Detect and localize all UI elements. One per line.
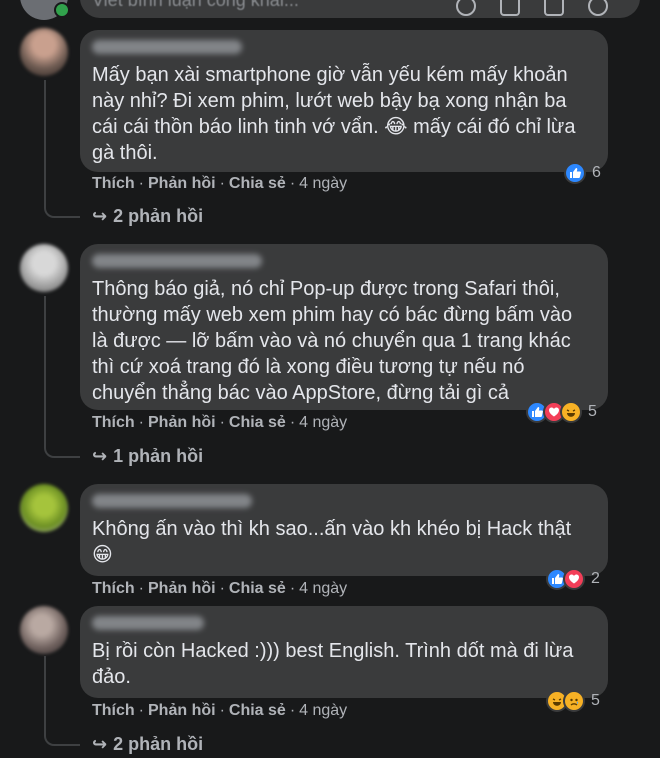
reply-link[interactable]: Phản hồi	[148, 580, 216, 597]
replies-count-label: 2 phản hồi	[113, 206, 204, 226]
reaction-summary[interactable]: 5	[526, 401, 597, 423]
comment-text: Mấy bạn xài smartphone giờ vẫn yếu kém m…	[92, 64, 576, 164]
reaction-summary[interactable]: 2	[546, 568, 600, 590]
commenter-avatar[interactable]	[20, 484, 68, 532]
reaction-count: 6	[592, 164, 601, 181]
view-replies-link[interactable]: ↪ 2 phản hồi	[92, 734, 203, 755]
reply-link[interactable]: Phản hồi	[148, 175, 216, 192]
commenter-name[interactable]	[92, 254, 262, 268]
like-link[interactable]: Thích	[92, 580, 135, 597]
reaction-summary[interactable]: 6	[564, 162, 601, 184]
reply-link[interactable]: Phản hồi	[148, 414, 216, 431]
like-reaction-icon	[564, 162, 586, 184]
like-link[interactable]: Thích	[92, 414, 135, 431]
composer-placeholder: Viết bình luận công khai...	[92, 0, 299, 10]
comment-actions: Thích · Phản hồi · Chia sẻ · 4 ngày	[92, 414, 348, 431]
online-status-dot	[54, 2, 70, 18]
share-link[interactable]: Chia sẻ	[229, 175, 286, 192]
comment-bubble: Không ấn vào thì kh sao...ấn vào kh khéo…	[80, 484, 608, 576]
replies-count-label: 2 phản hồi	[113, 734, 204, 754]
commenter-avatar[interactable]	[20, 28, 68, 76]
thread-line	[44, 656, 80, 746]
reaction-count: 5	[588, 403, 597, 420]
comment-actions: Thích · Phản hồi · Chia sẻ · 4 ngày	[92, 175, 348, 192]
comment-bubble: Bị rồi còn Hacked :))) best English. Trì…	[80, 606, 608, 698]
comment-text: Thông báo giả, nó chỉ Pop-up được trong …	[92, 278, 573, 404]
commenter-avatar[interactable]	[20, 606, 68, 654]
reply-arrow-icon: ↪	[92, 206, 108, 226]
comment-timestamp[interactable]: 4 ngày	[299, 175, 347, 192]
thread-line	[44, 80, 80, 218]
share-link[interactable]: Chia sẻ	[229, 580, 286, 597]
view-replies-link[interactable]: ↪ 1 phản hồi	[92, 446, 203, 467]
commenter-name[interactable]	[92, 616, 204, 630]
gif-icon[interactable]	[544, 0, 564, 16]
comment-actions: Thích · Phản hồi · Chia sẻ · 4 ngày	[92, 580, 348, 597]
comment-text: Không ấn vào thì kh sao...ấn vào kh khéo…	[92, 518, 572, 566]
comment-actions: Thích · Phản hồi · Chia sẻ · 4 ngày	[92, 702, 348, 719]
sad-reaction-icon	[563, 690, 585, 712]
commenter-avatar[interactable]	[20, 244, 68, 292]
like-link[interactable]: Thích	[92, 175, 135, 192]
thread-line	[44, 296, 80, 458]
reply-arrow-icon: ↪	[92, 734, 108, 754]
camera-icon[interactable]	[500, 0, 520, 16]
commenter-name[interactable]	[92, 494, 252, 508]
comment-timestamp[interactable]: 4 ngày	[299, 414, 347, 431]
love-reaction-icon	[563, 568, 585, 590]
comment-bubble: Thông báo giả, nó chỉ Pop-up được trong …	[80, 244, 608, 410]
reaction-count: 5	[591, 692, 600, 709]
commenter-name[interactable]	[92, 40, 242, 54]
replies-count-label: 1 phản hồi	[113, 446, 204, 466]
reply-link[interactable]: Phản hồi	[148, 702, 216, 719]
haha-reaction-icon	[560, 401, 582, 423]
comment-text: Bị rồi còn Hacked :))) best English. Trì…	[92, 640, 574, 688]
view-replies-link[interactable]: ↪ 2 phản hồi	[92, 206, 203, 227]
like-link[interactable]: Thích	[92, 702, 135, 719]
share-link[interactable]: Chia sẻ	[229, 414, 286, 431]
comment-timestamp[interactable]: 4 ngày	[299, 702, 347, 719]
reply-arrow-icon: ↪	[92, 446, 108, 466]
reaction-summary[interactable]: 5	[546, 690, 600, 712]
comment-timestamp[interactable]: 4 ngày	[299, 580, 347, 597]
comment-bubble: Mấy bạn xài smartphone giờ vẫn yếu kém m…	[80, 30, 608, 172]
share-link[interactable]: Chia sẻ	[229, 702, 286, 719]
reaction-count: 2	[591, 570, 600, 587]
